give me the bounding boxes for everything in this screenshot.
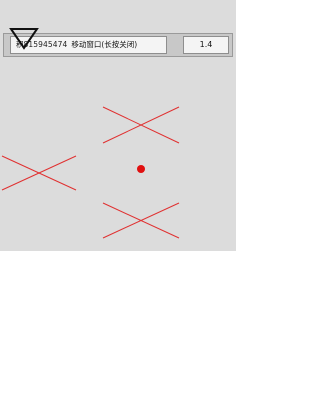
move-window-label: 移动窗口(长按关闭) xyxy=(71,40,138,49)
center-dot-marker xyxy=(137,165,145,173)
floating-overlay-window[interactable]: 积815945474 移动窗口(长按关闭) 1.4 xyxy=(0,0,236,251)
app-screen: 积815945474 移动窗口(长按关闭) 1.4 xyxy=(0,0,236,420)
zoom-value: 1.4 xyxy=(199,40,213,49)
zoom-value-box[interactable]: 1.4 xyxy=(183,36,229,54)
triangle-pointer-icon[interactable] xyxy=(9,26,39,50)
